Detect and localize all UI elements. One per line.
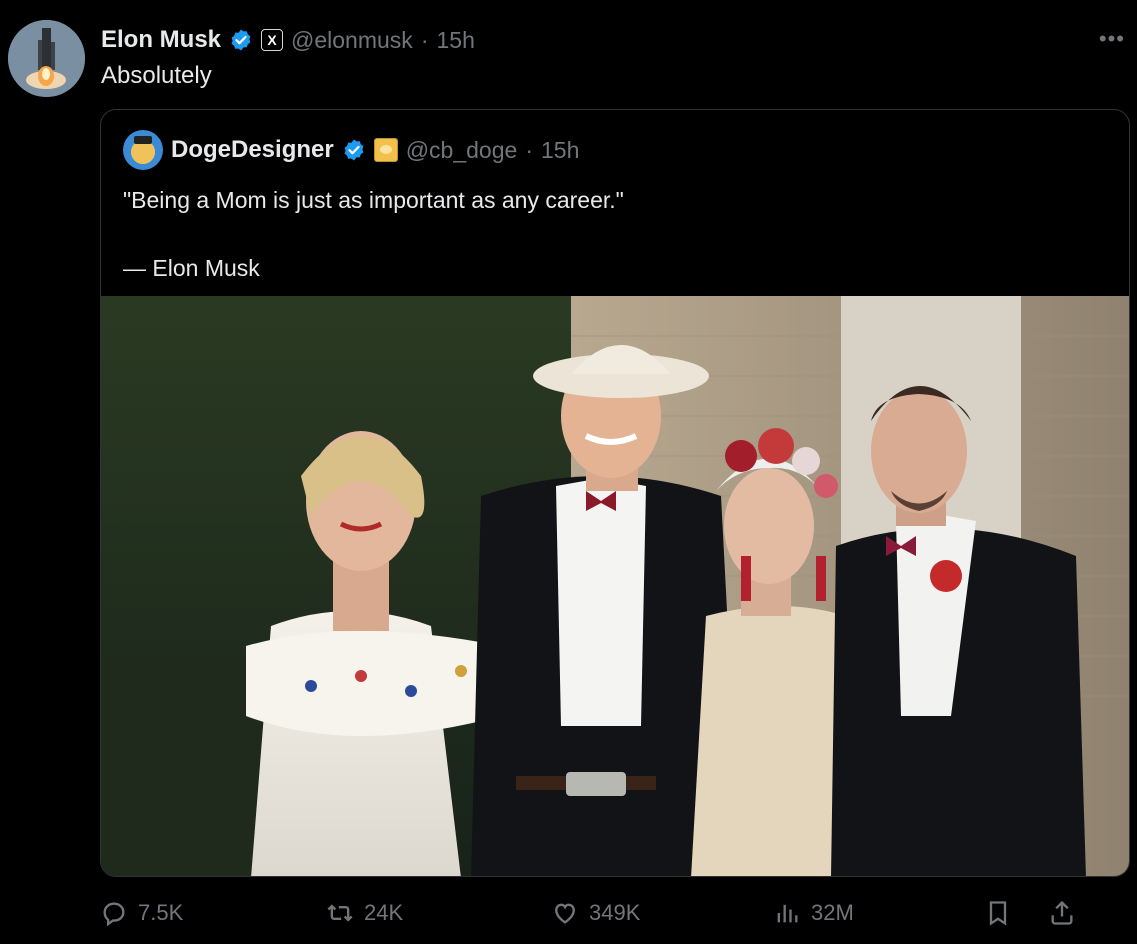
author-handle[interactable]: @elonmusk bbox=[291, 27, 413, 54]
tweet-text: Absolutely bbox=[101, 62, 212, 89]
share-button[interactable] bbox=[1048, 890, 1076, 936]
reply-icon bbox=[103, 902, 125, 927]
quote-text-line1: "Being a Mom is just as important as any… bbox=[123, 187, 624, 213]
quote-author-avatar[interactable] bbox=[123, 130, 163, 170]
more-options-icon[interactable]: ••• bbox=[1099, 26, 1125, 52]
repost-icon bbox=[327, 904, 353, 922]
doge-badge-icon bbox=[373, 138, 398, 162]
views-count: 32M bbox=[811, 900, 854, 925]
repost-count: 24K bbox=[364, 900, 404, 925]
views-icon bbox=[777, 904, 798, 923]
meta-separator: · bbox=[525, 136, 533, 163]
quoted-tweet[interactable]: DogeDesigner @cb_doge · 15h "Being a Mom… bbox=[100, 109, 1130, 877]
quote-author-handle[interactable]: @cb_doge bbox=[406, 137, 518, 164]
author-avatar[interactable] bbox=[8, 20, 85, 97]
reply-button[interactable]: 7.5K bbox=[100, 890, 183, 936]
bookmark-button[interactable] bbox=[984, 890, 1012, 936]
bookmark-icon bbox=[989, 901, 1007, 926]
quote-text-line2: — Elon Musk bbox=[123, 255, 260, 281]
views-button[interactable]: 32M bbox=[773, 890, 854, 936]
quote-author-name[interactable]: DogeDesigner bbox=[171, 136, 334, 164]
like-count: 349K bbox=[589, 900, 641, 925]
verified-badge-icon bbox=[231, 29, 251, 51]
like-button[interactable]: 349K bbox=[551, 890, 640, 936]
x-affiliate-badge[interactable]: X bbox=[261, 29, 284, 51]
repost-button[interactable]: 24K bbox=[326, 890, 403, 936]
tweet-header: Elon Musk X @elonmusk · 15h bbox=[101, 24, 475, 56]
quote-photo[interactable] bbox=[101, 296, 1129, 876]
reply-count: 7.5K bbox=[138, 900, 184, 925]
share-icon bbox=[1051, 900, 1073, 925]
tweet-time[interactable]: 15h bbox=[436, 27, 474, 54]
heart-icon bbox=[555, 903, 575, 924]
meta-separator: · bbox=[420, 26, 429, 53]
author-name[interactable]: Elon Musk bbox=[101, 26, 221, 54]
verified-badge-icon bbox=[344, 139, 364, 161]
tweet-actions: 7.5K 24K 349K 32M bbox=[100, 890, 1080, 936]
quote-time[interactable]: 15h bbox=[541, 137, 579, 164]
quote-header: DogeDesigner @cb_doge · 15h bbox=[123, 130, 579, 170]
